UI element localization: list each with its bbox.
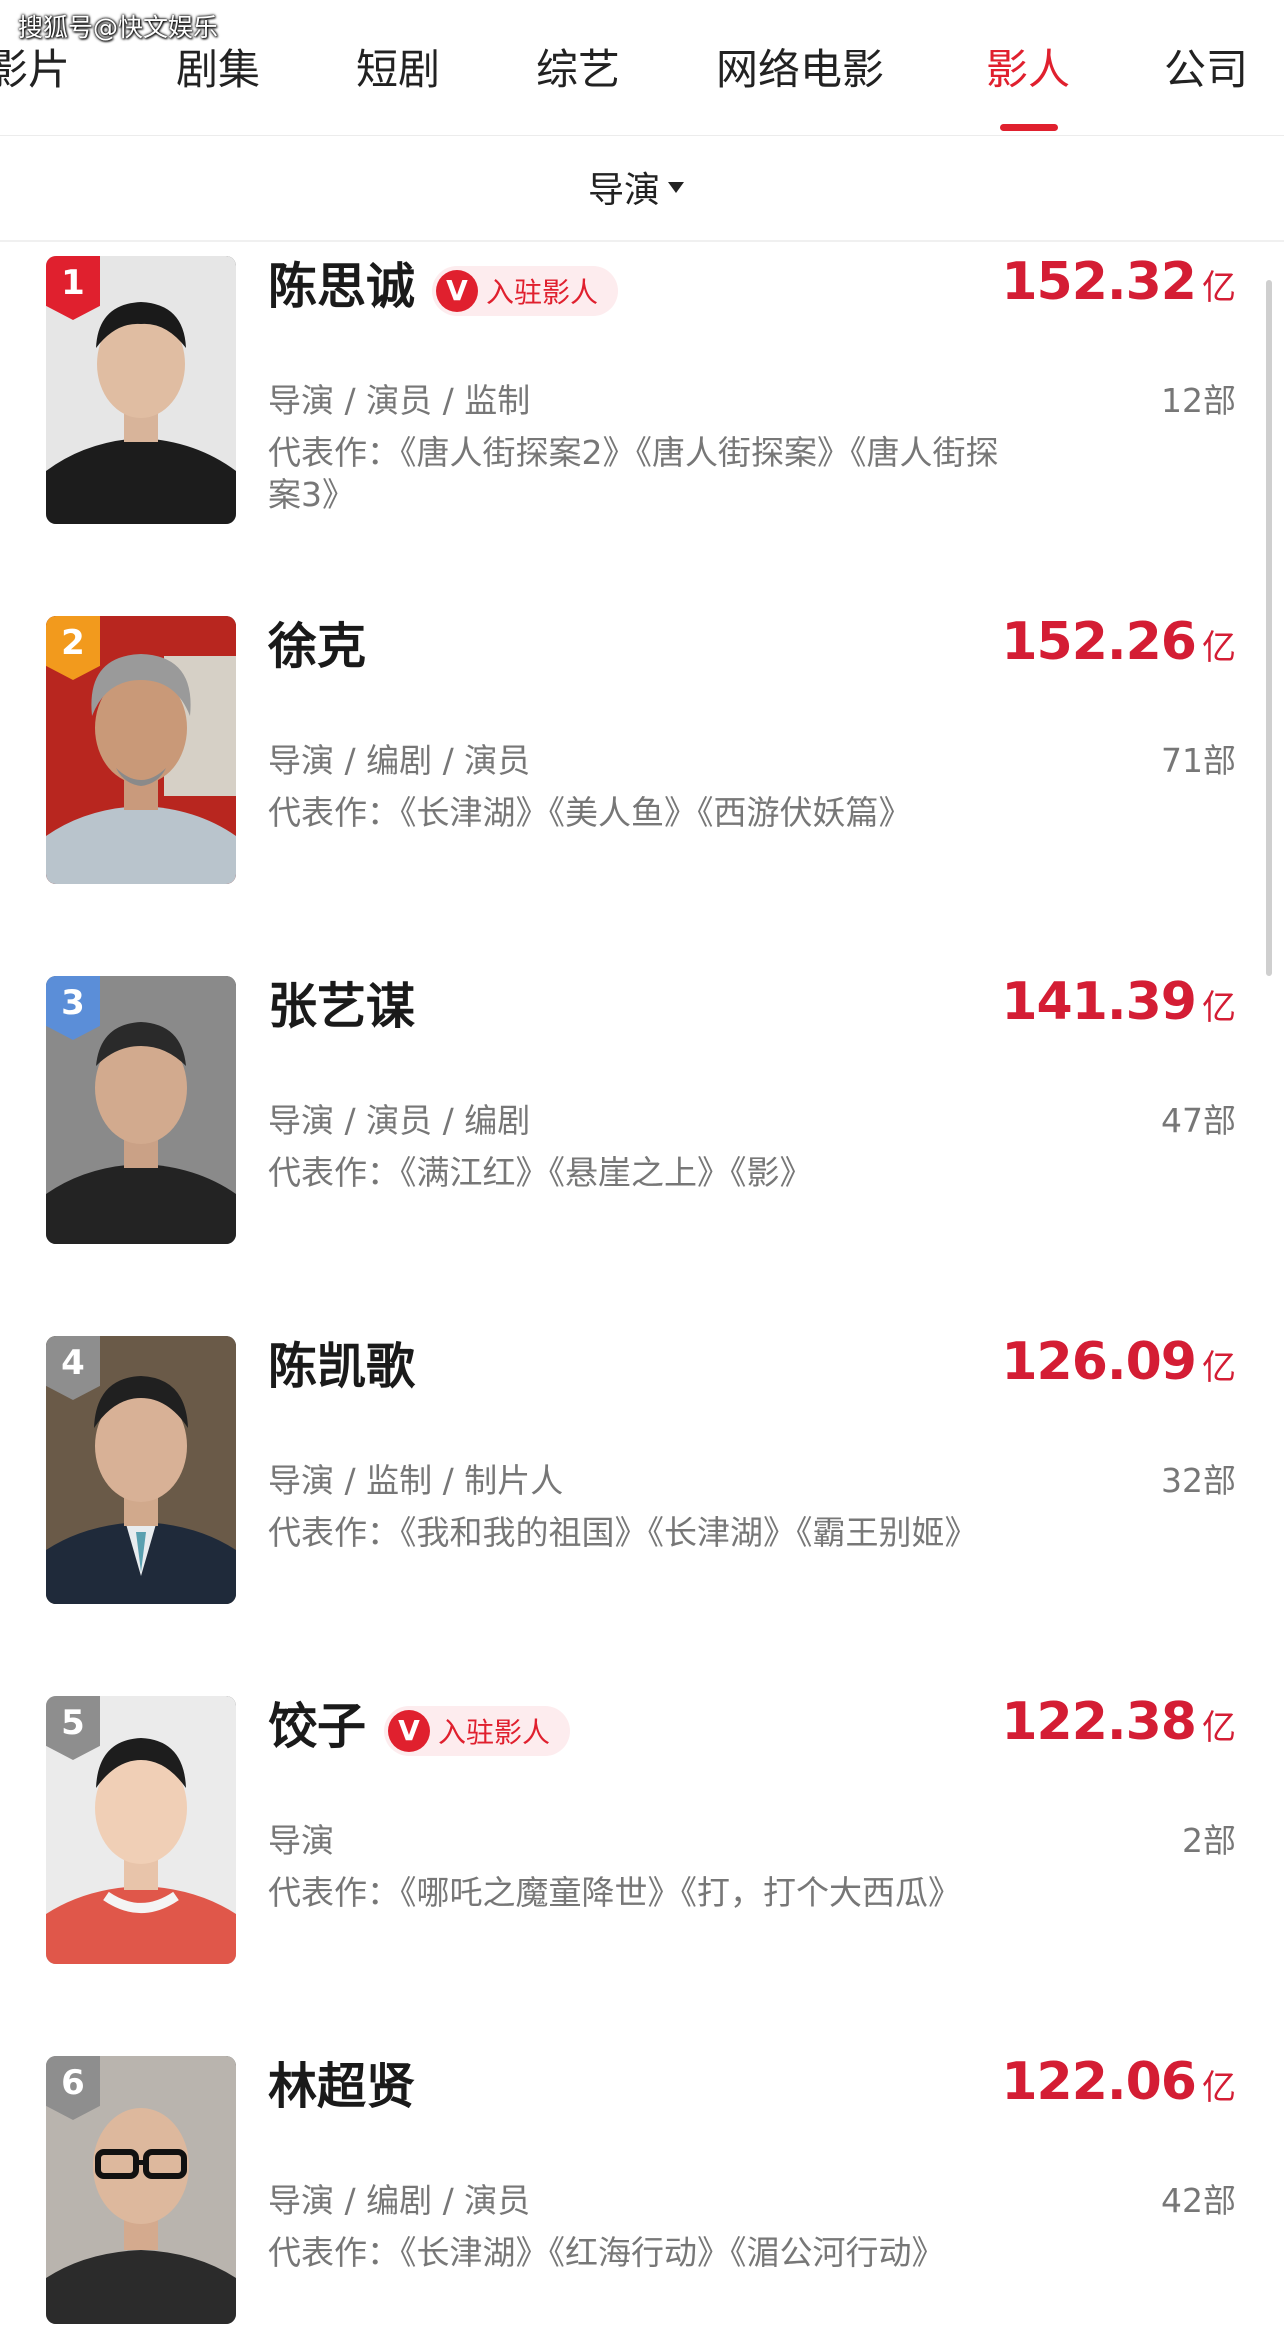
avatar: 6 bbox=[46, 2056, 236, 2324]
person-roles: 导演 / 监制 / 制片人 bbox=[268, 1461, 564, 1500]
person-name: 林超贤 bbox=[268, 2058, 416, 2115]
box-office: 152.32 亿 bbox=[1001, 252, 1236, 312]
verified-badge-label: 入驻影人 bbox=[438, 1716, 551, 1749]
film-count: 2部 bbox=[1182, 1821, 1236, 1860]
film-count: 47部 bbox=[1161, 1101, 1236, 1140]
avatar: 3 bbox=[46, 976, 236, 1244]
tab-series[interactable]: 剧集 bbox=[176, 40, 260, 100]
box-office: 152.26 亿 bbox=[1001, 612, 1236, 672]
person-name: 陈凯歌 bbox=[268, 1338, 416, 1395]
watermark: 搜狐号@快文娱乐 bbox=[18, 13, 219, 42]
film-count: 12部 bbox=[1161, 381, 1236, 420]
representative-works: 代表作：《唐人街探案2》《唐人街探案》《唐人街探案3》 bbox=[268, 433, 999, 514]
caret-down-icon bbox=[668, 181, 685, 193]
person-roles: 导演 bbox=[268, 1821, 334, 1860]
box-office-unit: 亿 bbox=[1202, 2068, 1236, 2108]
role-filter-dropdown[interactable]: 导演 bbox=[588, 162, 685, 212]
person-roles: 导演 / 编剧 / 演员 bbox=[268, 2181, 531, 2220]
box-office-value: 152.26 bbox=[1001, 612, 1197, 672]
list-item[interactable]: 4 陈凯歌 126.09 亿 导演 / 监制 / 制片人 32部 代表作：《我和… bbox=[0, 1328, 1284, 1628]
tab-short-drama[interactable]: 短剧 bbox=[356, 40, 440, 100]
list-item[interactable]: 2 徐克 152.26 亿 导演 / 编剧 / 演员 71部 代表作：《长津湖》… bbox=[0, 608, 1284, 908]
person-name: 陈思诚 bbox=[268, 258, 416, 315]
box-office-unit: 亿 bbox=[1202, 1708, 1236, 1748]
filter-bar: 导演 bbox=[0, 136, 1284, 242]
box-office-unit: 亿 bbox=[1202, 628, 1236, 668]
film-count: 42部 bbox=[1161, 2181, 1236, 2220]
person-name: 张艺谋 bbox=[268, 978, 416, 1035]
active-tab-indicator bbox=[1000, 124, 1058, 131]
box-office-unit: 亿 bbox=[1202, 268, 1236, 308]
tab-people[interactable]: 影人 bbox=[986, 40, 1070, 100]
box-office-value: 122.38 bbox=[1001, 1692, 1197, 1752]
scrollbar[interactable] bbox=[1266, 280, 1272, 976]
film-count: 32部 bbox=[1161, 1461, 1236, 1500]
tab-companies[interactable]: 公司 bbox=[1164, 40, 1248, 100]
list-item[interactable]: 5 饺子 V 入驻影人 122.38 亿 导演 2部 代表作：《哪吒之魔童降世》… bbox=[0, 1688, 1284, 1988]
box-office-value: 122.06 bbox=[1001, 2052, 1197, 2112]
avatar: 2 bbox=[46, 616, 236, 884]
representative-works: 代表作：《长津湖》《红海行动》《湄公河行动》 bbox=[268, 2233, 945, 2272]
list-item[interactable]: 6 林超贤 122.06 亿 导演 / 编剧 / 演员 42部 代表作：《长津湖… bbox=[0, 2048, 1284, 2325]
verified-v-icon: V bbox=[388, 1710, 430, 1752]
role-filter-label: 导演 bbox=[588, 170, 661, 211]
list-item[interactable]: 3 张艺谋 141.39 亿 导演 / 演员 / 编剧 47部 代表作：《满江红… bbox=[0, 968, 1284, 1268]
tab-web-movies[interactable]: 网络电影 bbox=[716, 40, 884, 100]
tab-films[interactable]: 影片 bbox=[0, 40, 70, 100]
box-office: 126.09 亿 bbox=[1001, 1332, 1236, 1392]
person-roles: 导演 / 演员 / 编剧 bbox=[268, 1101, 531, 1140]
representative-works: 代表作：《我和我的祖国》《长津湖》《霸王别姬》 bbox=[268, 1513, 978, 1552]
film-count: 71部 bbox=[1161, 741, 1236, 780]
box-office-value: 141.39 bbox=[1001, 972, 1197, 1032]
list-item[interactable]: 1 陈思诚 V 入驻影人 152.32 亿 导演 / 演员 / 监制 12部 代… bbox=[0, 248, 1284, 548]
tab-variety[interactable]: 综艺 bbox=[536, 40, 620, 100]
page: 搜狐号@快文娱乐 影片 剧集 短剧 综艺 网络电影 影人 公司 导演 bbox=[0, 0, 1284, 2325]
box-office-value: 126.09 bbox=[1001, 1332, 1197, 1392]
representative-works: 代表作：《满江红》《悬崖之上》《影》 bbox=[268, 1153, 813, 1192]
box-office-unit: 亿 bbox=[1202, 988, 1236, 1028]
representative-works: 代表作：《长津湖》《美人鱼》《西游伏妖篇》 bbox=[268, 793, 912, 832]
person-name: 饺子 bbox=[268, 1698, 367, 1755]
person-roles: 导演 / 编剧 / 演员 bbox=[268, 741, 531, 780]
representative-works: 代表作：《哪吒之魔童降世》《打，打个大西瓜》 bbox=[268, 1873, 961, 1912]
person-roles: 导演 / 演员 / 监制 bbox=[268, 381, 531, 420]
verified-badge: V 入驻影人 bbox=[384, 1706, 571, 1756]
box-office-unit: 亿 bbox=[1202, 1348, 1236, 1388]
box-office-value: 152.32 bbox=[1001, 252, 1197, 312]
box-office: 141.39 亿 bbox=[1001, 972, 1236, 1032]
person-name: 徐克 bbox=[268, 618, 367, 675]
verified-badge-label: 入驻影人 bbox=[486, 276, 599, 309]
box-office: 122.38 亿 bbox=[1001, 1692, 1236, 1752]
verified-v-icon: V bbox=[436, 270, 478, 312]
ranking-list: 1 陈思诚 V 入驻影人 152.32 亿 导演 / 演员 / 监制 12部 代… bbox=[0, 242, 1284, 2325]
avatar: 5 bbox=[46, 1696, 236, 1964]
avatar: 1 bbox=[46, 256, 236, 524]
verified-badge: V 入驻影人 bbox=[432, 266, 619, 316]
avatar: 4 bbox=[46, 1336, 236, 1604]
box-office: 122.06 亿 bbox=[1001, 2052, 1236, 2112]
